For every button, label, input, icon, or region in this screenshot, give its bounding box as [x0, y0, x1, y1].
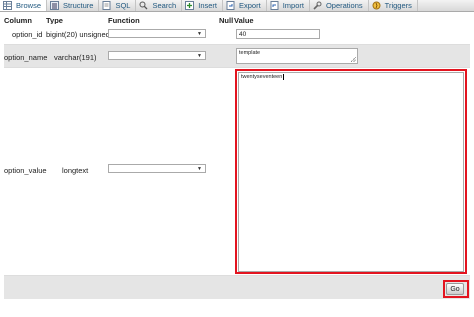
highlight-box: [235, 69, 467, 274]
value-text: template: [239, 50, 261, 56]
tab-insert[interactable]: Insert: [182, 0, 223, 11]
tab-label: Import: [282, 1, 304, 10]
edit-row-table: Column Type Function Null Value option_i…: [4, 13, 470, 293]
sql-icon: [102, 1, 111, 10]
column-type: varchar(191): [54, 53, 97, 62]
tab-label: Structure: [63, 1, 94, 10]
value-input[interactable]: 40: [236, 29, 320, 39]
tab-label: Search: [152, 1, 177, 10]
table-row: option_id bigint(20) unsigned ▼ 40: [4, 24, 470, 45]
tab-search[interactable]: Search: [136, 0, 183, 11]
tab-label: Insert: [198, 1, 217, 10]
column-name: option_value: [4, 166, 47, 175]
chevron-down-icon: ▼: [197, 31, 202, 37]
column-name: option_id: [12, 30, 43, 39]
form-actions: Go: [4, 279, 470, 299]
export-icon: [226, 1, 235, 10]
triggers-icon: [372, 1, 381, 10]
resize-grip-icon[interactable]: [351, 57, 356, 62]
chevron-down-icon: ▼: [197, 166, 202, 172]
tab-operations[interactable]: Operations: [310, 0, 369, 11]
structure-icon: [50, 1, 60, 10]
function-select[interactable]: ▼: [108, 29, 206, 38]
table-row: option_value longtext ▼ twentyseventeen: [4, 68, 470, 276]
table-header: Column Type Function Null Value: [4, 13, 470, 25]
tab-export[interactable]: Export: [223, 0, 267, 11]
tab-structure[interactable]: Structure: [47, 0, 100, 11]
function-select[interactable]: ▼: [108, 51, 206, 60]
search-icon: [139, 1, 148, 10]
function-select[interactable]: ▼: [108, 164, 206, 173]
tab-label: SQL: [115, 1, 131, 10]
insert-icon: [185, 1, 195, 10]
tab-label: Browse: [16, 1, 42, 10]
table-row: option_name varchar(191) ▼ template: [4, 45, 470, 68]
tab-label: Export: [239, 1, 261, 10]
tab-label: Operations: [325, 1, 363, 10]
browse-icon: [3, 1, 12, 10]
go-button[interactable]: Go: [446, 283, 464, 295]
table-tab-bar: Browse Structure SQL Search Insert Expor…: [0, 0, 474, 12]
import-icon: [270, 1, 279, 10]
column-type: bigint(20) unsigned: [46, 30, 110, 39]
tab-browse[interactable]: Browse: [0, 0, 48, 11]
tab-triggers[interactable]: Triggers: [369, 0, 418, 11]
wrench-icon: [313, 1, 322, 10]
tab-sql[interactable]: SQL: [99, 0, 137, 11]
tab-import[interactable]: Import: [267, 0, 310, 11]
value-textarea[interactable]: template: [236, 48, 358, 64]
column-type: longtext: [62, 166, 89, 175]
tab-label: Triggers: [384, 1, 412, 10]
column-name: option_name: [4, 53, 48, 62]
chevron-down-icon: ▼: [197, 53, 202, 59]
